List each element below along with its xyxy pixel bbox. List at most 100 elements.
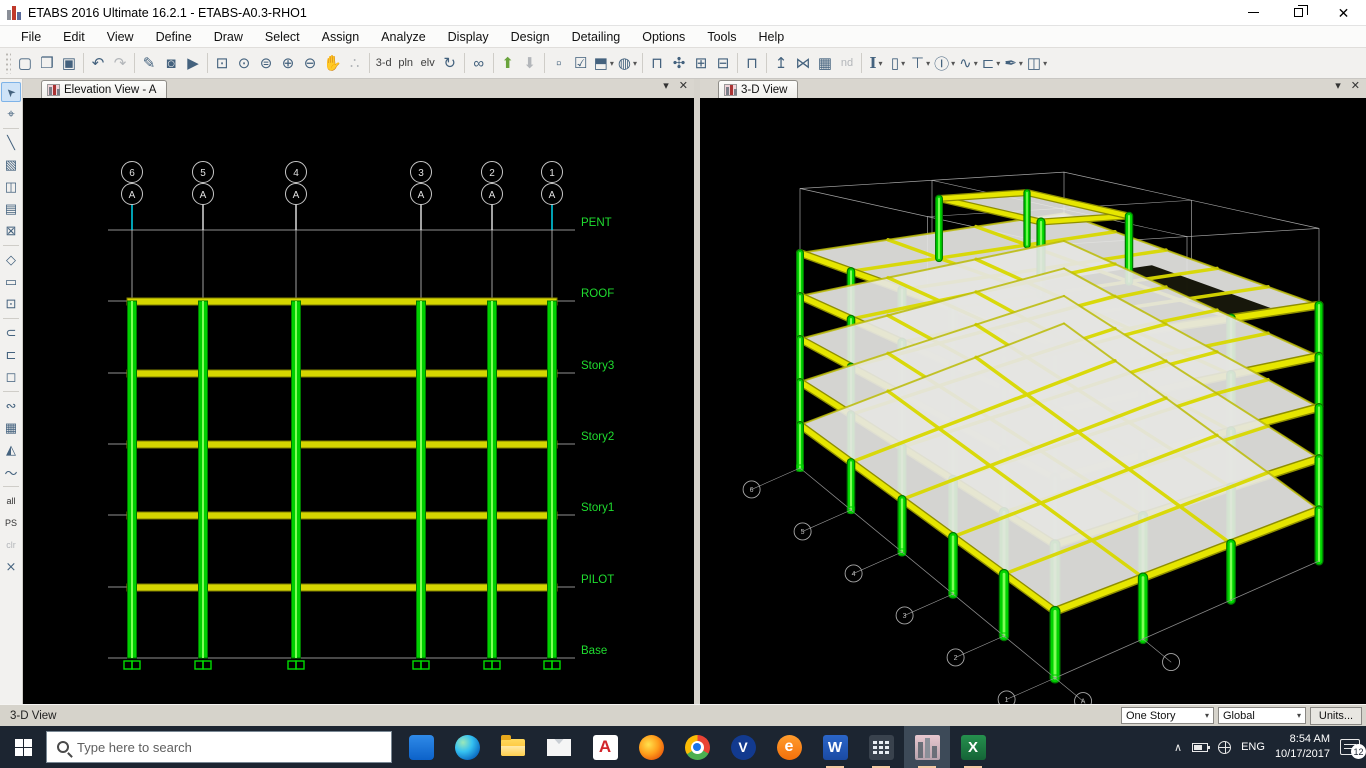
object-view-glasses-icon[interactable]: ∞ xyxy=(468,51,490,75)
previous-selection-button[interactable]: PS xyxy=(1,513,21,533)
menu-assign[interactable]: Assign xyxy=(311,28,371,46)
detailing-pen-icon[interactable]: ✒▾ xyxy=(1002,51,1025,75)
assign-spring-icon[interactable]: ↥ xyxy=(770,51,792,75)
walk-through-icon[interactable]: ∴ xyxy=(344,51,366,75)
taskbar-app-store[interactable] xyxy=(398,726,444,768)
extrude-walls-icon[interactable]: ⊟ xyxy=(712,51,734,75)
tray-expand-icon[interactable]: ∧ xyxy=(1174,741,1182,754)
taskbar-app-chrome[interactable] xyxy=(674,726,720,768)
taskbar-app-excel[interactable]: X xyxy=(950,726,996,768)
detailing-pen-dropdown-icon[interactable]: ▾ xyxy=(1019,59,1023,68)
tab-3d-view[interactable]: 3-D View xyxy=(718,80,798,98)
invert-selection-icon[interactable]: ⨯ xyxy=(1,557,21,577)
pan-icon[interactable]: ✋ xyxy=(321,51,344,75)
minimize-button[interactable] xyxy=(1231,0,1276,25)
draw-window-icon[interactable]: ◻ xyxy=(1,367,21,387)
draw-rect-area-icon[interactable]: ▭ xyxy=(1,272,21,292)
menu-file[interactable]: File xyxy=(10,28,52,46)
object-edge-options-icon[interactable]: ◍▾ xyxy=(616,51,639,75)
quick-draw-beams-icon[interactable]: ◫ xyxy=(1,177,21,197)
menu-design[interactable]: Design xyxy=(500,28,561,46)
taskbar-app-file-explorer[interactable] xyxy=(490,726,536,768)
object-shading-dropdown-icon[interactable]: ▾ xyxy=(610,59,614,68)
save-model-icon[interactable]: ▣ xyxy=(58,51,80,75)
menu-define[interactable]: Define xyxy=(145,28,203,46)
taskbar-app-v-app[interactable]: V xyxy=(720,726,766,768)
taskbar-app-e-app[interactable]: e xyxy=(766,726,812,768)
taskbar-clock[interactable]: 8:54 AM 10/17/2017 xyxy=(1275,732,1330,762)
taskbar-app-word[interactable]: W xyxy=(812,726,858,768)
display-options-icon[interactable]: ☑ xyxy=(570,51,592,75)
three-d-viewport[interactable]: 654321A xyxy=(700,98,1366,704)
assign-release-icon[interactable]: ⋈ xyxy=(792,51,814,75)
draw-line-icon[interactable]: ╲ xyxy=(1,133,21,153)
frame-properties-icon[interactable]: ⊓ xyxy=(741,51,763,75)
edit-pencil-icon[interactable]: ✎ xyxy=(138,51,160,75)
taskbar-app-etabs[interactable] xyxy=(904,726,950,768)
menu-edit[interactable]: Edit xyxy=(52,28,96,46)
quick-draw-area-icon[interactable]: ⊡ xyxy=(1,294,21,314)
restore-full-view-icon[interactable]: ⊙ xyxy=(233,51,255,75)
quick-draw-wall-icon[interactable]: ⊏ xyxy=(1,345,21,365)
action-center-icon[interactable]: 12 xyxy=(1340,739,1360,755)
restore-button[interactable] xyxy=(1276,0,1321,25)
quick-draw-braces-icon[interactable]: ⊠ xyxy=(1,221,21,241)
elevation-tab-dropdown-icon[interactable]: ▾ xyxy=(663,81,669,92)
concrete-frame-design-icon[interactable]: ▯▾ xyxy=(887,51,909,75)
menu-draw[interactable]: Draw xyxy=(203,28,254,46)
rubber-band-zoom-icon[interactable]: ⊡ xyxy=(211,51,233,75)
redo-icon[interactable]: ↷ xyxy=(109,51,131,75)
rendered-view-icon[interactable]: ▦ xyxy=(814,51,836,75)
elevation-tab-close-icon[interactable]: ✕ xyxy=(679,81,688,92)
language-indicator[interactable]: ENG xyxy=(1241,741,1265,753)
draw-frame-icon[interactable]: ⊓ xyxy=(646,51,668,75)
reshape-object-icon[interactable]: ⌖ xyxy=(1,104,21,124)
menu-analyze[interactable]: Analyze xyxy=(370,28,436,46)
composite-column-design-icon[interactable]: Ⓘ▾ xyxy=(932,51,957,75)
menu-tools[interactable]: Tools xyxy=(696,28,747,46)
close-button[interactable]: ✕ xyxy=(1321,0,1366,25)
start-button[interactable] xyxy=(0,726,46,768)
coordinate-system-select[interactable]: Global ▾ xyxy=(1218,707,1306,724)
draw-floor-icon[interactable]: ▦ xyxy=(1,418,21,438)
previous-zoom-icon[interactable]: ⊜ xyxy=(255,51,277,75)
steel-joist-design-icon[interactable]: ∿▾ xyxy=(957,51,980,75)
select-all-button[interactable]: all xyxy=(1,491,21,511)
units-button[interactable]: Units... xyxy=(1310,707,1362,725)
menu-help[interactable]: Help xyxy=(748,28,796,46)
menu-display[interactable]: Display xyxy=(437,28,500,46)
taskbar-app-edge[interactable] xyxy=(444,726,490,768)
zoom-in-icon[interactable]: ⊕ xyxy=(277,51,299,75)
object-shading-icon[interactable]: ⬒▾ xyxy=(592,51,616,75)
taskbar-app-calculator[interactable] xyxy=(858,726,904,768)
menu-select[interactable]: Select xyxy=(254,28,311,46)
wall-section-design-dropdown-icon[interactable]: ▾ xyxy=(1043,59,1047,68)
shrink-objects-icon[interactable]: ▫ xyxy=(548,51,570,75)
3d-view-button[interactable]: 3-d xyxy=(373,51,395,75)
network-icon[interactable] xyxy=(1218,741,1231,754)
quick-draw-frame-icon[interactable]: ▧ xyxy=(1,155,21,175)
steel-frame-design-icon[interactable]: I▾ xyxy=(865,51,887,75)
draw-wall-icon[interactable]: ⊂ xyxy=(1,323,21,343)
tab-elevation-view[interactable]: Elevation View - A xyxy=(41,80,167,98)
story-option-select[interactable]: One Story ▾ xyxy=(1121,707,1214,724)
elevation-viewport[interactable]: PENTROOFStory3Story2Story1PILOTBase6A5A4… xyxy=(23,98,694,704)
three-d-tab-dropdown-icon[interactable]: ▾ xyxy=(1335,81,1341,92)
open-file-icon[interactable]: ❒ xyxy=(36,51,58,75)
clear-selection-button[interactable]: clr xyxy=(1,535,21,555)
zoom-out-icon[interactable]: ⊖ xyxy=(299,51,321,75)
composite-beam-design-icon[interactable]: ⊤▾ xyxy=(909,51,932,75)
draw-curve-icon[interactable]: ～ xyxy=(1,462,21,482)
draw-ramp-icon[interactable]: ◭ xyxy=(1,440,21,460)
taskbar-search-input[interactable]: Type here to search xyxy=(46,731,392,763)
taskbar-app-firefox[interactable] xyxy=(628,726,674,768)
extrude-frames-icon[interactable]: ⊞ xyxy=(690,51,712,75)
shear-wall-design-dropdown-icon[interactable]: ▾ xyxy=(996,59,1000,68)
move-down-in-list-icon[interactable]: ⬇ xyxy=(519,51,541,75)
move-up-in-list-icon[interactable]: ⬆ xyxy=(497,51,519,75)
undo-icon[interactable]: ↶ xyxy=(87,51,109,75)
composite-beam-design-dropdown-icon[interactable]: ▾ xyxy=(926,59,930,68)
menu-view[interactable]: View xyxy=(96,28,145,46)
battery-icon[interactable] xyxy=(1192,743,1208,752)
wall-section-design-icon[interactable]: ◫▾ xyxy=(1025,51,1049,75)
